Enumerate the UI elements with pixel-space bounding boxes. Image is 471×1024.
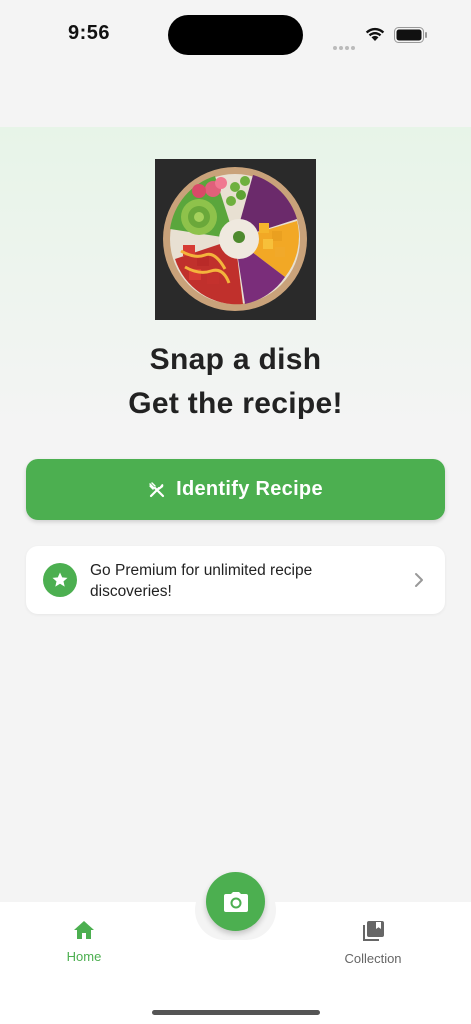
status-time: 9:56 [68, 22, 111, 44]
identify-recipe-button[interactable]: Identify Recipe [26, 459, 445, 520]
headline-line-2: Get the recipe! [128, 387, 343, 420]
cellular-signal-icon [333, 37, 357, 55]
status-bar: 9:56 [0, 0, 471, 70]
dish-image [155, 159, 316, 320]
headline-line-1: Snap a dish [149, 343, 322, 376]
premium-banner-text: Go Premium for unlimited recipe discover… [90, 562, 313, 600]
identify-recipe-label: Identify Recipe [176, 478, 323, 500]
chevron-right-icon [415, 573, 423, 587]
home-indicator [152, 1010, 320, 1015]
tab-collection[interactable]: Collection [313, 920, 433, 966]
star-icon [43, 563, 77, 597]
tab-home[interactable]: Home [24, 920, 144, 964]
battery-icon [394, 27, 427, 43]
fork-knife-icon [149, 481, 165, 497]
home-icon [74, 921, 94, 939]
dynamic-island [168, 15, 303, 55]
wifi-icon [365, 27, 385, 41]
premium-banner[interactable]: Go Premium for unlimited recipe discover… [26, 546, 445, 614]
camera-icon [223, 891, 248, 912]
collection-icon [363, 921, 384, 941]
camera-button[interactable] [206, 872, 265, 931]
tab-home-label: Home [66, 949, 102, 964]
tab-collection-label: Collection [344, 951, 402, 966]
